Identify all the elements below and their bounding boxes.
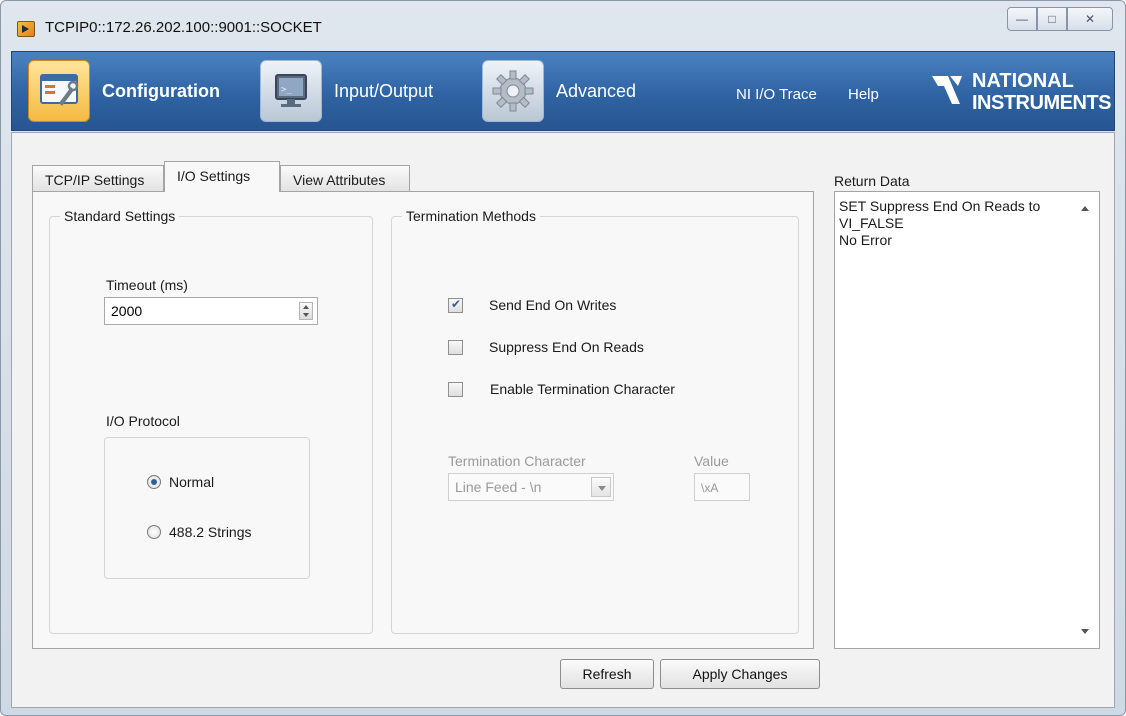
- spin-arrows-icon[interactable]: [299, 302, 313, 320]
- window-title: TCPIP0::172.26.202.100::9001::SOCKET: [45, 19, 322, 36]
- termination-methods-group: Termination Methods Send End On Writes S…: [391, 208, 799, 634]
- ni-io-trace-link[interactable]: NI I/O Trace: [736, 86, 817, 103]
- suppress-end-on-reads-label: Suppress End On Reads: [489, 339, 644, 355]
- termination-methods-title: Termination Methods: [402, 208, 540, 224]
- protocol-normal-label: Normal: [169, 474, 215, 490]
- tab-view-attributes[interactable]: View Attributes: [280, 165, 410, 191]
- return-data-line: No Error: [839, 232, 892, 248]
- enable-termination-char-option[interactable]: Enable Termination Character: [448, 381, 675, 397]
- close-button[interactable]: ✕: [1067, 7, 1113, 31]
- return-data-line: SET Suppress End On Reads to: [839, 198, 1041, 214]
- return-data-box[interactable]: SET Suppress End On Reads to VI_FALSE No…: [834, 191, 1100, 649]
- window-controls: — □ ✕: [1007, 7, 1113, 31]
- monitor-icon: >_: [260, 60, 322, 122]
- maximize-button[interactable]: □: [1037, 7, 1067, 31]
- protocol-normal-option[interactable]: Normal: [147, 474, 214, 490]
- protocol-488-label: 488.2 Strings: [169, 524, 252, 540]
- configuration-button[interactable]: Configuration: [28, 60, 220, 122]
- labview-app-icon: [17, 21, 35, 37]
- minimize-button[interactable]: —: [1007, 7, 1037, 31]
- termination-char-label: Termination Character: [448, 453, 586, 469]
- timeout-input[interactable]: [105, 298, 285, 324]
- advanced-button[interactable]: Advanced: [482, 60, 636, 122]
- checkbox-checked-icon[interactable]: [448, 297, 463, 313]
- input-output-label: Input/Output: [334, 80, 434, 101]
- scroll-down-icon[interactable]: [1081, 629, 1089, 634]
- timeout-label: Timeout (ms): [106, 277, 188, 293]
- logo-line-national: NATIONAL: [972, 70, 1074, 92]
- ribbon-toolbar: Configuration >_ Input/Output Advanced N…: [11, 51, 1115, 131]
- standard-settings-group: Standard Settings Timeout (ms) I/O Proto…: [49, 208, 373, 634]
- configuration-icon: [28, 60, 90, 122]
- send-end-on-writes-label: Send End On Writes: [489, 297, 617, 313]
- enable-termination-char-label: Enable Termination Character: [490, 381, 675, 397]
- logo-line-instruments: INSTRUMENTS: [972, 92, 1111, 114]
- radio-unselected-icon[interactable]: [147, 525, 161, 539]
- main-content: TCP/IP Settings I/O Settings View Attrib…: [11, 132, 1115, 708]
- io-protocol-label: I/O Protocol: [106, 413, 180, 429]
- termination-char-value: Line Feed - \n: [455, 479, 542, 495]
- application-window: TCPIP0::172.26.202.100::9001::SOCKET — □…: [0, 0, 1126, 716]
- chevron-down-icon[interactable]: [591, 477, 611, 497]
- tab-io-settings[interactable]: I/O Settings: [164, 161, 280, 192]
- send-end-on-writes-option[interactable]: Send End On Writes: [448, 297, 616, 313]
- io-protocol-group: Normal 488.2 Strings: [104, 437, 310, 579]
- configuration-label: Configuration: [102, 80, 220, 101]
- input-output-button[interactable]: >_ Input/Output: [260, 60, 433, 122]
- return-data-label: Return Data: [834, 173, 910, 189]
- scroll-up-icon[interactable]: [1081, 206, 1089, 211]
- refresh-button[interactable]: Refresh: [560, 659, 654, 689]
- title-bar: TCPIP0::172.26.202.100::9001::SOCKET — □…: [1, 1, 1125, 49]
- tab-tcpip-settings[interactable]: TCP/IP Settings: [32, 165, 164, 191]
- checkbox-unchecked-icon[interactable]: [448, 339, 463, 355]
- ni-eagle-icon: [932, 76, 962, 104]
- checkbox-unchecked-icon[interactable]: [448, 381, 463, 397]
- radio-selected-icon[interactable]: [147, 475, 161, 489]
- return-data-line: VI_FALSE: [839, 215, 904, 231]
- value-label: Value: [694, 453, 729, 469]
- standard-settings-title: Standard Settings: [60, 208, 180, 224]
- protocol-488-option[interactable]: 488.2 Strings: [147, 524, 252, 540]
- timeout-stepper[interactable]: [104, 297, 318, 325]
- termination-value-field[interactable]: \xA: [694, 473, 750, 501]
- help-link[interactable]: Help: [848, 86, 879, 103]
- gear-icon: [482, 60, 544, 122]
- io-settings-panel: Standard Settings Timeout (ms) I/O Proto…: [32, 191, 814, 649]
- advanced-label: Advanced: [556, 80, 637, 101]
- svg-text:>_: >_: [281, 85, 292, 95]
- apply-changes-button[interactable]: Apply Changes: [660, 659, 820, 689]
- suppress-end-on-reads-option[interactable]: Suppress End On Reads: [448, 339, 644, 355]
- national-instruments-logo: NATIONAL INSTRUMENTS: [928, 66, 1111, 118]
- termination-char-select[interactable]: Line Feed - \n: [448, 473, 614, 501]
